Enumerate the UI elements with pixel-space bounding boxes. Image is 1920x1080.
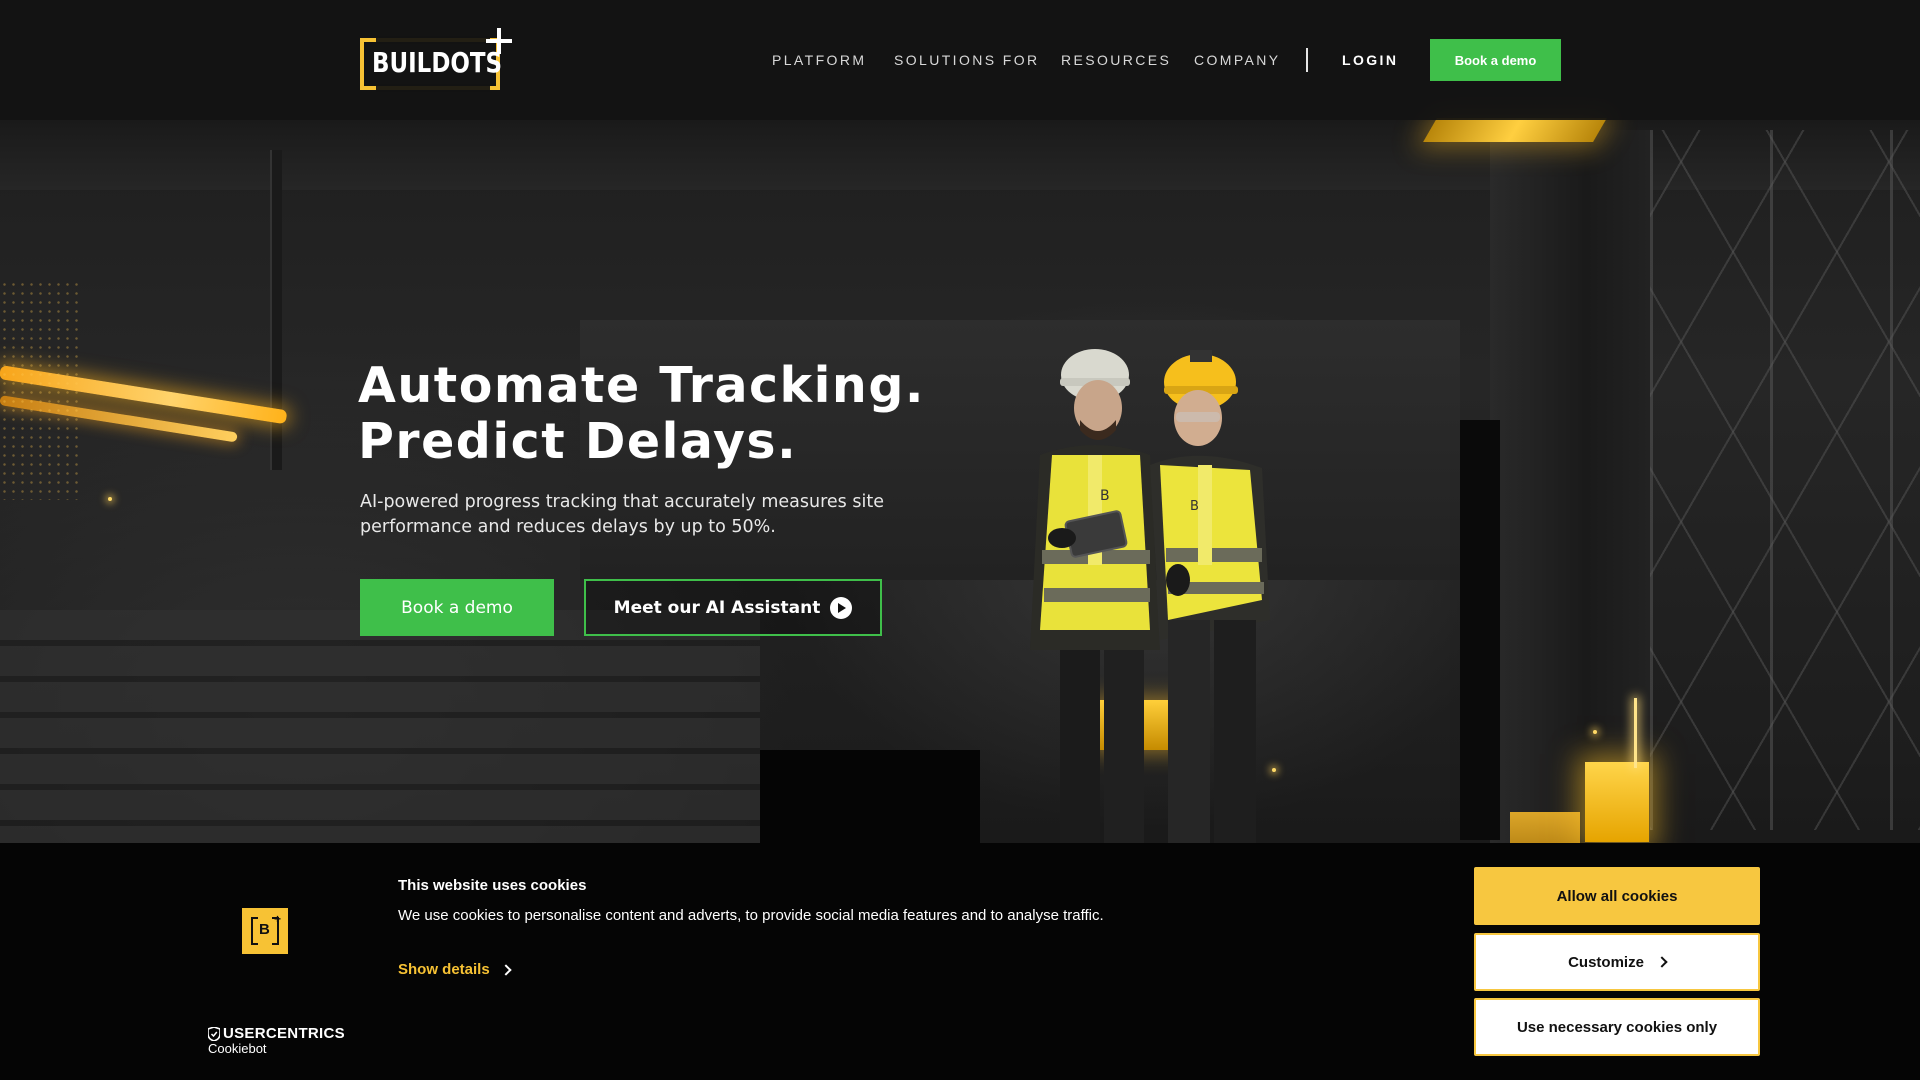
necessary-cookies-only-button[interactable]: Use necessary cookies only: [1474, 998, 1760, 1056]
usercentrics-wordmark: USERCENTRICS: [208, 1025, 345, 1042]
hero-book-demo-button[interactable]: Book a demo: [360, 579, 554, 636]
glowing-block: [1585, 762, 1649, 842]
chevron-right-icon: [500, 963, 512, 976]
background-scaffold: [1650, 130, 1920, 830]
cookie-banner: B + This website uses cookies We use coo…: [0, 843, 1920, 1080]
nav-item-platform[interactable]: PLATFORM: [772, 52, 866, 68]
cookie-title: This website uses cookies: [398, 877, 587, 894]
construction-workers-illustration: B B: [1030, 349, 1270, 850]
spark-icon: [1593, 730, 1597, 734]
usercentrics-cookiebot-logo[interactable]: USERCENTRICS Cookiebot: [208, 1025, 345, 1056]
nav-item-solutions-for[interactable]: SOLUTIONS FOR: [894, 52, 1040, 68]
show-details-label: Show details: [398, 961, 490, 978]
decorative-dots: [0, 280, 80, 500]
usercentrics-name: USERCENTRICS: [223, 1025, 345, 1042]
site-header: BUILDOTS PLATFORM SOLUTIONS FOR RESOURCE…: [0, 0, 1920, 120]
background-doorway: [1460, 420, 1500, 840]
hero-title: Automate Tracking. Predict Delays.: [358, 358, 958, 470]
nav-item-company[interactable]: COMPANY: [1194, 52, 1281, 68]
show-details-link[interactable]: Show details: [398, 961, 512, 978]
logo-plus-icon: [486, 28, 512, 54]
customize-label: Customize: [1568, 953, 1644, 971]
login-link[interactable]: LOGIN: [1342, 52, 1398, 68]
background-stairs: [0, 610, 760, 860]
meet-ai-assistant-button[interactable]: Meet our AI Assistant: [584, 579, 882, 636]
hero-title-line-2: Predict Delays.: [358, 413, 798, 470]
cookiebot-label: Cookiebot: [208, 1041, 267, 1056]
svg-text:B: B: [1190, 499, 1199, 514]
customize-cookies-button[interactable]: Customize: [1474, 933, 1760, 991]
hero-title-line-1: Automate Tracking.: [358, 357, 926, 414]
chevron-right-icon: [1656, 956, 1668, 968]
allow-all-cookies-button[interactable]: Allow all cookies: [1474, 867, 1760, 925]
svg-text:B: B: [1100, 488, 1110, 504]
cookie-brand-plus: +: [274, 912, 282, 926]
header-book-demo-button[interactable]: Book a demo: [1430, 39, 1561, 81]
cookie-description: We use cookies to personalise content an…: [398, 907, 1104, 924]
main-nav: PLATFORM SOLUTIONS FOR RESOURCES COMPANY: [0, 52, 1920, 72]
cookie-brand-letter: B: [259, 921, 270, 938]
shield-icon: [208, 1026, 220, 1041]
spark-icon: [108, 497, 112, 501]
meet-ai-assistant-label: Meet our AI Assistant: [613, 597, 821, 618]
cookie-brand-icon: B +: [242, 908, 288, 954]
hero-subtitle: AI-powered progress tracking that accura…: [360, 492, 884, 537]
glowing-ceiling-light: [1423, 118, 1607, 142]
play-icon: [830, 596, 853, 619]
nav-item-resources[interactable]: RESOURCES: [1061, 52, 1171, 68]
nav-divider: [1306, 48, 1308, 72]
glowing-line: [1634, 698, 1637, 768]
